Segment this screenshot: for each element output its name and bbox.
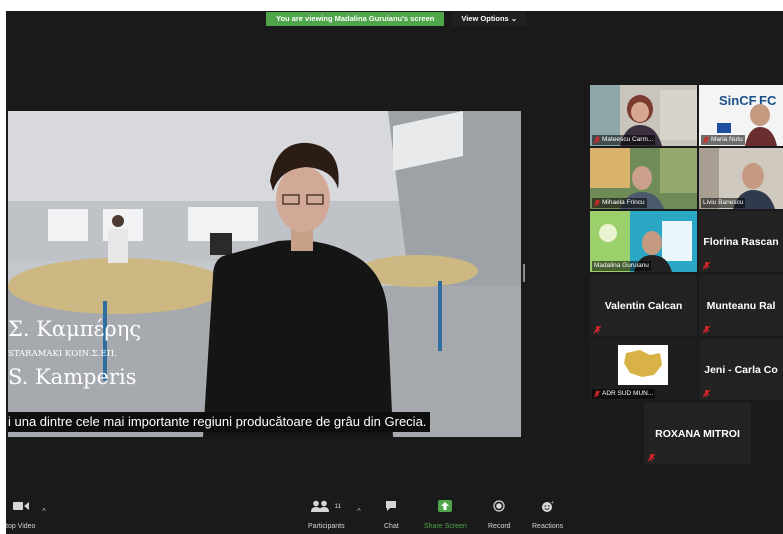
mic-muted-icon bbox=[593, 325, 602, 334]
participant-tile-active-speaker[interactable]: Liviu Banescu bbox=[699, 148, 783, 209]
participants-icon bbox=[311, 500, 330, 512]
participant-tile[interactable]: Jeni - Carla Co bbox=[699, 339, 783, 400]
mic-muted-icon bbox=[702, 389, 711, 398]
svg-text:+: + bbox=[551, 500, 554, 506]
record-button[interactable]: Record bbox=[488, 497, 511, 530]
participant-name: ADR SUD MUN... bbox=[602, 390, 654, 397]
participant-tile[interactable]: Valentin Calcan bbox=[590, 275, 697, 336]
participant-tile[interactable]: ADR SUD MUN... bbox=[590, 339, 697, 400]
participant-name: Munteanu Ral bbox=[706, 299, 776, 312]
participants-options-caret-icon[interactable]: ^ bbox=[357, 507, 361, 516]
participant-name: Florina Rascan bbox=[703, 235, 779, 248]
stop-video-label: top Video bbox=[6, 523, 36, 530]
mic-muted-icon bbox=[702, 136, 710, 144]
participant-name: ROXANA MITROI bbox=[655, 427, 740, 440]
screen-share-banner: You are viewing Madalina Guruianu's scre… bbox=[266, 12, 527, 26]
participant-name: Mihaela Frincu bbox=[602, 199, 645, 206]
reactions-smiley-icon: + bbox=[541, 500, 554, 512]
svg-text:SinCF: SinCF bbox=[719, 93, 757, 108]
participant-name-label: Maria Nutu bbox=[701, 135, 745, 145]
participant-name: Maria Nutu bbox=[711, 136, 743, 143]
participant-name-label: Mihaela Frincu bbox=[592, 198, 647, 208]
share-screen-icon bbox=[438, 500, 453, 512]
share-screen-label: Share Screen bbox=[424, 523, 467, 530]
panel-resize-handle[interactable] bbox=[523, 264, 525, 282]
speaker-latin-name: S. Kamperis bbox=[8, 365, 137, 389]
participant-count: 11 bbox=[334, 502, 342, 510]
record-icon bbox=[493, 500, 505, 512]
video-subtitle: i una dintre cele mai importante regiuni… bbox=[8, 412, 431, 432]
participant-name: Jeni - Carla Co bbox=[704, 363, 778, 376]
participants-button[interactable]: 11 Participants bbox=[308, 497, 345, 530]
participant-name-label: ADR SUD MUN... bbox=[592, 389, 656, 399]
participant-tile[interactable]: Mateescu Carm... bbox=[590, 85, 697, 146]
mic-muted-icon bbox=[702, 325, 711, 334]
speaker-greek-name: Σ. Καμπέρης bbox=[8, 317, 142, 341]
mic-muted-icon bbox=[647, 453, 656, 462]
video-camera-icon bbox=[12, 502, 29, 510]
reactions-label: Reactions bbox=[532, 523, 564, 530]
stop-video-button[interactable]: top Video bbox=[6, 497, 35, 530]
chat-button[interactable]: Chat bbox=[384, 497, 399, 530]
meeting-toolbar: top Video ^ 11 Participants ^ Chat Share… bbox=[0, 497, 783, 534]
participant-name-label: Liviu Banescu bbox=[701, 198, 746, 208]
mic-muted-icon bbox=[593, 390, 601, 398]
zoom-meeting-window: You are viewing Madalina Guruianu's scre… bbox=[0, 0, 783, 534]
participant-name: Valentin Calcan bbox=[604, 299, 683, 312]
mic-muted-icon bbox=[702, 261, 711, 270]
mic-muted-icon bbox=[593, 199, 601, 207]
shared-screen-video: Σ. Καμπέρης STARAMAKI ΚΟΙΝ.Σ.ΕΠ. S. Kamp… bbox=[8, 111, 521, 437]
participant-tile[interactable]: Florina Rascan bbox=[699, 211, 783, 272]
speaker-organization: STARAMAKI ΚΟΙΝ.Σ.ΕΠ. bbox=[8, 349, 117, 359]
participant-name: Madalina Guruianu bbox=[594, 262, 649, 269]
participant-name: Mateescu Carm... bbox=[602, 136, 654, 143]
participant-name-label: Madalina Guruianu bbox=[592, 261, 651, 271]
participant-tile[interactable]: Mihaela Frincu bbox=[590, 148, 697, 209]
share-screen-button[interactable]: Share Screen bbox=[424, 497, 467, 530]
reactions-button[interactable]: + Reactions bbox=[532, 497, 563, 530]
participant-name: Liviu Banescu bbox=[703, 199, 744, 206]
participants-label: Participants bbox=[308, 523, 345, 530]
participant-name-label: Mateescu Carm... bbox=[592, 135, 656, 145]
mic-muted-icon bbox=[593, 136, 601, 144]
video-options-caret-icon[interactable]: ^ bbox=[42, 507, 46, 516]
participant-tile[interactable]: Munteanu Ral bbox=[699, 275, 783, 336]
top-white-bar bbox=[0, 0, 783, 11]
participant-tile[interactable]: SinCF FC Maria Nutu bbox=[699, 85, 783, 146]
record-label: Record bbox=[488, 523, 511, 530]
chat-bubble-icon bbox=[386, 501, 397, 511]
participant-tile[interactable]: ROXANA MITROI bbox=[644, 403, 751, 464]
left-edge bbox=[0, 0, 6, 534]
view-options-button[interactable]: View Options ⌄ bbox=[452, 12, 527, 26]
viewing-screen-message: You are viewing Madalina Guruianu's scre… bbox=[266, 12, 445, 26]
participant-tile[interactable]: Madalina Guruianu bbox=[590, 211, 697, 272]
chat-label: Chat bbox=[384, 523, 399, 530]
